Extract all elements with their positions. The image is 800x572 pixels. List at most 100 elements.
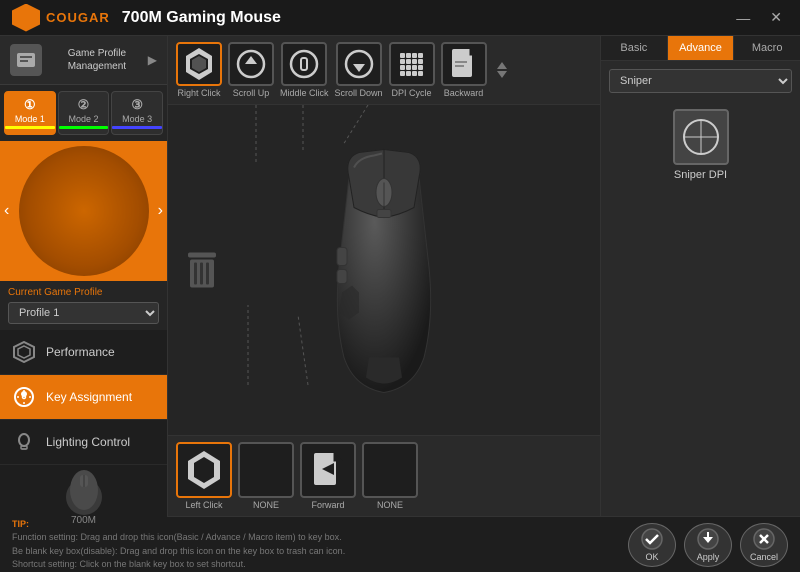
bottom-none-2-key[interactable]: NONE — [362, 442, 418, 510]
mode-3-button[interactable]: ③ Mode 3 — [111, 91, 163, 135]
ok-button[interactable]: OK — [628, 523, 676, 567]
cancel-button[interactable]: Cancel — [740, 523, 788, 567]
right-tabs: Basic Advance Macro — [601, 36, 800, 61]
scroll-down-indicator — [497, 71, 507, 78]
right-click-key[interactable]: Right Click — [176, 42, 222, 98]
mouse-thumb-svg — [54, 465, 114, 515]
scroll-indicators — [497, 62, 507, 78]
brand-logo: COUGAR — [12, 4, 110, 32]
minimize-button[interactable]: — — [730, 7, 756, 28]
apply-button[interactable]: Apply — [684, 523, 732, 567]
sidebar-next-button[interactable]: › — [158, 202, 163, 220]
footer-buttons: OK Apply Cancel — [628, 523, 788, 567]
tab-advance[interactable]: Advance — [668, 36, 735, 60]
mode-1-indicator — [5, 126, 55, 129]
content-area: Right Click Scroll Up — [168, 36, 600, 516]
lighting-label: Lighting Control — [46, 435, 130, 449]
sidebar-prev-button[interactable]: ‹ — [4, 202, 9, 220]
middle-click-key[interactable]: Middle Click — [280, 42, 329, 98]
trash-area — [188, 253, 216, 288]
mode-3-indicator — [112, 126, 162, 129]
right-click-box — [176, 42, 222, 86]
mode-3-num: ③ — [131, 97, 143, 113]
cougar-icon — [12, 4, 40, 32]
middle-click-box — [281, 42, 327, 86]
current-profile-section: Current Game Profile Profile 1 Profile 2… — [0, 281, 167, 330]
trash-lid — [188, 253, 216, 258]
tip-line1: Function setting: Drag and drop this ico… — [12, 532, 342, 542]
profile-icon — [10, 44, 42, 76]
bottom-none-2-box — [362, 442, 418, 498]
sidebar-item-performance[interactable]: Performance — [0, 330, 167, 375]
tab-macro[interactable]: Macro — [734, 36, 800, 60]
mode-1-num: ① — [24, 97, 36, 113]
mode-3-label: Mode 3 — [122, 114, 152, 124]
tip-section: TIP: Function setting: Drag and drop thi… — [12, 518, 628, 572]
sniper-icon-box[interactable] — [673, 109, 729, 165]
scroll-up-label: Scroll Up — [233, 88, 270, 98]
mouse-visual — [168, 105, 600, 435]
forward-key[interactable]: Forward — [300, 442, 356, 510]
trash-icon[interactable] — [190, 260, 214, 288]
sniper-label: Sniper DPI — [674, 169, 727, 181]
dpi-cycle-box — [389, 42, 435, 86]
profile-select[interactable]: Profile 1 Profile 2 Profile 3 — [8, 302, 159, 324]
sidebar-item-key-assignment[interactable]: Key Assignment — [0, 375, 167, 420]
sidebar-menu: Performance Key Assignment — [0, 330, 167, 465]
key-assignment-label: Key Assignment — [46, 390, 132, 404]
performance-label: Performance — [46, 345, 115, 359]
mode-2-button[interactable]: ② Mode 2 — [58, 91, 110, 135]
forward-box — [300, 442, 356, 498]
right-click-label: Right Click — [177, 88, 220, 98]
bottom-none-2-label: NONE — [377, 500, 403, 510]
dpi-grid-icon — [400, 53, 423, 76]
main-layout: Game ProfileManagement ▶ ① Mode 1 ② Mode… — [0, 36, 800, 516]
bottom-none-1-box — [238, 442, 294, 498]
current-profile-label: Current Game Profile — [8, 287, 159, 298]
advance-select[interactable]: Sniper DPI+ DPI- Fire — [609, 69, 792, 93]
window-controls: — ✕ — [730, 7, 788, 28]
dpi-cycle-key[interactable]: DPI Cycle — [389, 42, 435, 98]
mode-1-button[interactable]: ① Mode 1 — [4, 91, 56, 135]
scroll-up-key[interactable]: Scroll Up — [228, 42, 274, 98]
apply-label: Apply — [697, 552, 720, 562]
backward-box — [441, 42, 487, 86]
tip-line3: Shortcut setting: Click on the blank key… — [12, 559, 246, 569]
sniper-icon-area: Sniper DPI — [609, 101, 792, 189]
close-button[interactable]: ✕ — [764, 7, 788, 28]
ok-icon — [641, 528, 663, 550]
left-click-key[interactable]: Left Click — [176, 442, 232, 510]
crosshair-icon — [683, 119, 719, 155]
profile-header-label: Game ProfileManagement — [42, 47, 148, 73]
scroll-down-box — [336, 42, 382, 86]
bottom-none-1-key[interactable]: NONE — [238, 442, 294, 510]
sidebar-bg-circle — [19, 146, 149, 276]
sidebar-profile-image: ‹ › — [0, 141, 167, 281]
cancel-icon — [753, 528, 775, 550]
performance-icon — [12, 340, 36, 364]
scroll-down-key[interactable]: Scroll Down — [335, 42, 383, 98]
tip-line2: Be blank key box(disable): Drag and drop… — [12, 546, 345, 556]
title-bar: COUGAR 700M Gaming Mouse — ✕ — [0, 0, 800, 36]
mode-buttons: ① Mode 1 ② Mode 2 ③ Mode 3 — [0, 85, 167, 141]
backward-key[interactable]: Backward — [441, 42, 487, 98]
tab-basic[interactable]: Basic — [601, 36, 668, 60]
scroll-up-box — [228, 42, 274, 86]
profile-chevron-icon: ▶ — [148, 53, 157, 67]
mode-2-indicator — [59, 126, 109, 129]
mode-1-label: Mode 1 — [15, 114, 45, 124]
sidebar: Game ProfileManagement ▶ ① Mode 1 ② Mode… — [0, 36, 168, 516]
forward-label: Forward — [311, 500, 344, 510]
sidebar-item-lighting[interactable]: Lighting Control — [0, 420, 167, 465]
backward-label: Backward — [444, 88, 484, 98]
profile-header[interactable]: Game ProfileManagement ▶ — [0, 36, 167, 85]
crosshair-vertical — [700, 119, 701, 155]
brand-name: COUGAR — [46, 10, 110, 25]
right-panel-content: Sniper DPI+ DPI- Fire Sniper DPI — [601, 61, 800, 516]
left-click-label: Left Click — [185, 500, 222, 510]
bottom-none-1-label: NONE — [253, 500, 279, 510]
left-click-box — [176, 442, 232, 498]
apply-icon — [697, 528, 719, 550]
bottom-key-buttons: Left Click NONE F — [168, 435, 600, 516]
lighting-icon — [12, 430, 36, 454]
